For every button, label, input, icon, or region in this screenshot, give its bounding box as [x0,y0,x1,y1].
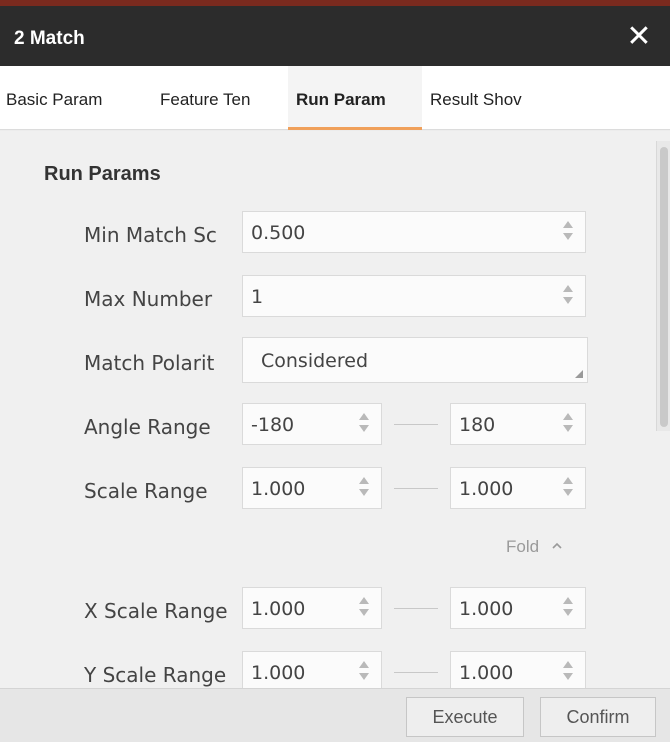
spin-arrows-icon[interactable] [563,661,573,683]
spin-arrows-icon[interactable] [359,597,369,619]
vertical-scrollbar[interactable] [656,141,670,431]
confirm-button[interactable]: Confirm [540,697,656,737]
scale-range-max-value: 1.000 [459,478,514,500]
range-separator [394,488,438,489]
max-number-value: 1 [251,286,264,308]
range-separator [394,608,438,609]
tab-bar: Basic Param Feature Ten Run Param Result… [0,66,670,130]
spin-arrows-icon[interactable] [359,413,369,435]
scale-range-label: Scale Range [84,479,208,503]
execute-button[interactable]: Execute [406,697,524,737]
angle-range-max-value: 180 [459,414,496,436]
fold-toggle[interactable]: Fold [506,537,562,557]
scale-range-min-value: 1.000 [251,478,306,500]
match-polarity-select[interactable]: Considered [242,337,588,383]
match-polarity-value: Considered [261,350,369,372]
dropdown-corner-icon [575,370,583,378]
range-separator [394,672,438,673]
chevron-up-icon [552,542,562,549]
max-number-label: Max Number [84,287,213,311]
section-title: Run Params [44,163,161,185]
tab-basic-param[interactable]: Basic Param [6,66,150,130]
x-scale-range-max-value: 1.000 [459,598,514,620]
y-scale-range-max-value: 1.000 [459,662,514,684]
max-number-input[interactable]: 1 [242,275,586,317]
tab-result-show[interactable]: Result Shov [430,66,558,130]
title-bar: 2 Match ✕ [0,0,670,66]
spin-arrows-icon[interactable] [563,477,573,499]
fold-label: Fold [506,537,540,556]
x-scale-range-min-input[interactable]: 1.000 [242,587,382,629]
x-scale-range-max-input[interactable]: 1.000 [450,587,586,629]
match-polarity-label: Match Polarit [84,351,215,375]
x-scale-range-min-value: 1.000 [251,598,306,620]
match-dialog: 2 Match ✕ Basic Param Feature Ten Run Pa… [0,0,670,742]
range-separator [394,424,438,425]
y-scale-range-label: Y Scale Range [84,663,227,687]
spin-arrows-icon[interactable] [359,477,369,499]
y-scale-range-min-input[interactable]: 1.000 [242,651,382,688]
min-match-score-value: 0.500 [251,222,306,244]
min-match-score-label: Min Match Sc [84,223,217,247]
window-title: 2 Match [14,28,85,49]
scroll-thumb[interactable] [660,147,668,427]
scale-range-max-input[interactable]: 1.000 [450,467,586,509]
y-scale-range-min-value: 1.000 [251,662,306,684]
tab-feature-template[interactable]: Feature Ten [160,66,288,130]
spin-arrows-icon[interactable] [563,221,573,243]
dialog-footer: Execute Confirm [0,688,670,742]
min-match-score-input[interactable]: 0.500 [242,211,586,253]
close-icon[interactable]: ✕ [624,22,654,52]
y-scale-range-max-input[interactable]: 1.000 [450,651,586,688]
run-params-panel: Run Params Min Match Sc 0.500 Max Number… [0,131,670,688]
spin-arrows-icon[interactable] [563,597,573,619]
angle-range-min-value: -180 [251,414,295,436]
spin-arrows-icon[interactable] [359,661,369,683]
spin-arrows-icon[interactable] [563,285,573,307]
angle-range-max-input[interactable]: 180 [450,403,586,445]
scale-range-min-input[interactable]: 1.000 [242,467,382,509]
spin-arrows-icon[interactable] [563,413,573,435]
angle-range-label: Angle Range [84,415,211,439]
tab-run-param[interactable]: Run Param [288,66,422,130]
angle-range-min-input[interactable]: -180 [242,403,382,445]
x-scale-range-label: X Scale Range [84,599,228,623]
